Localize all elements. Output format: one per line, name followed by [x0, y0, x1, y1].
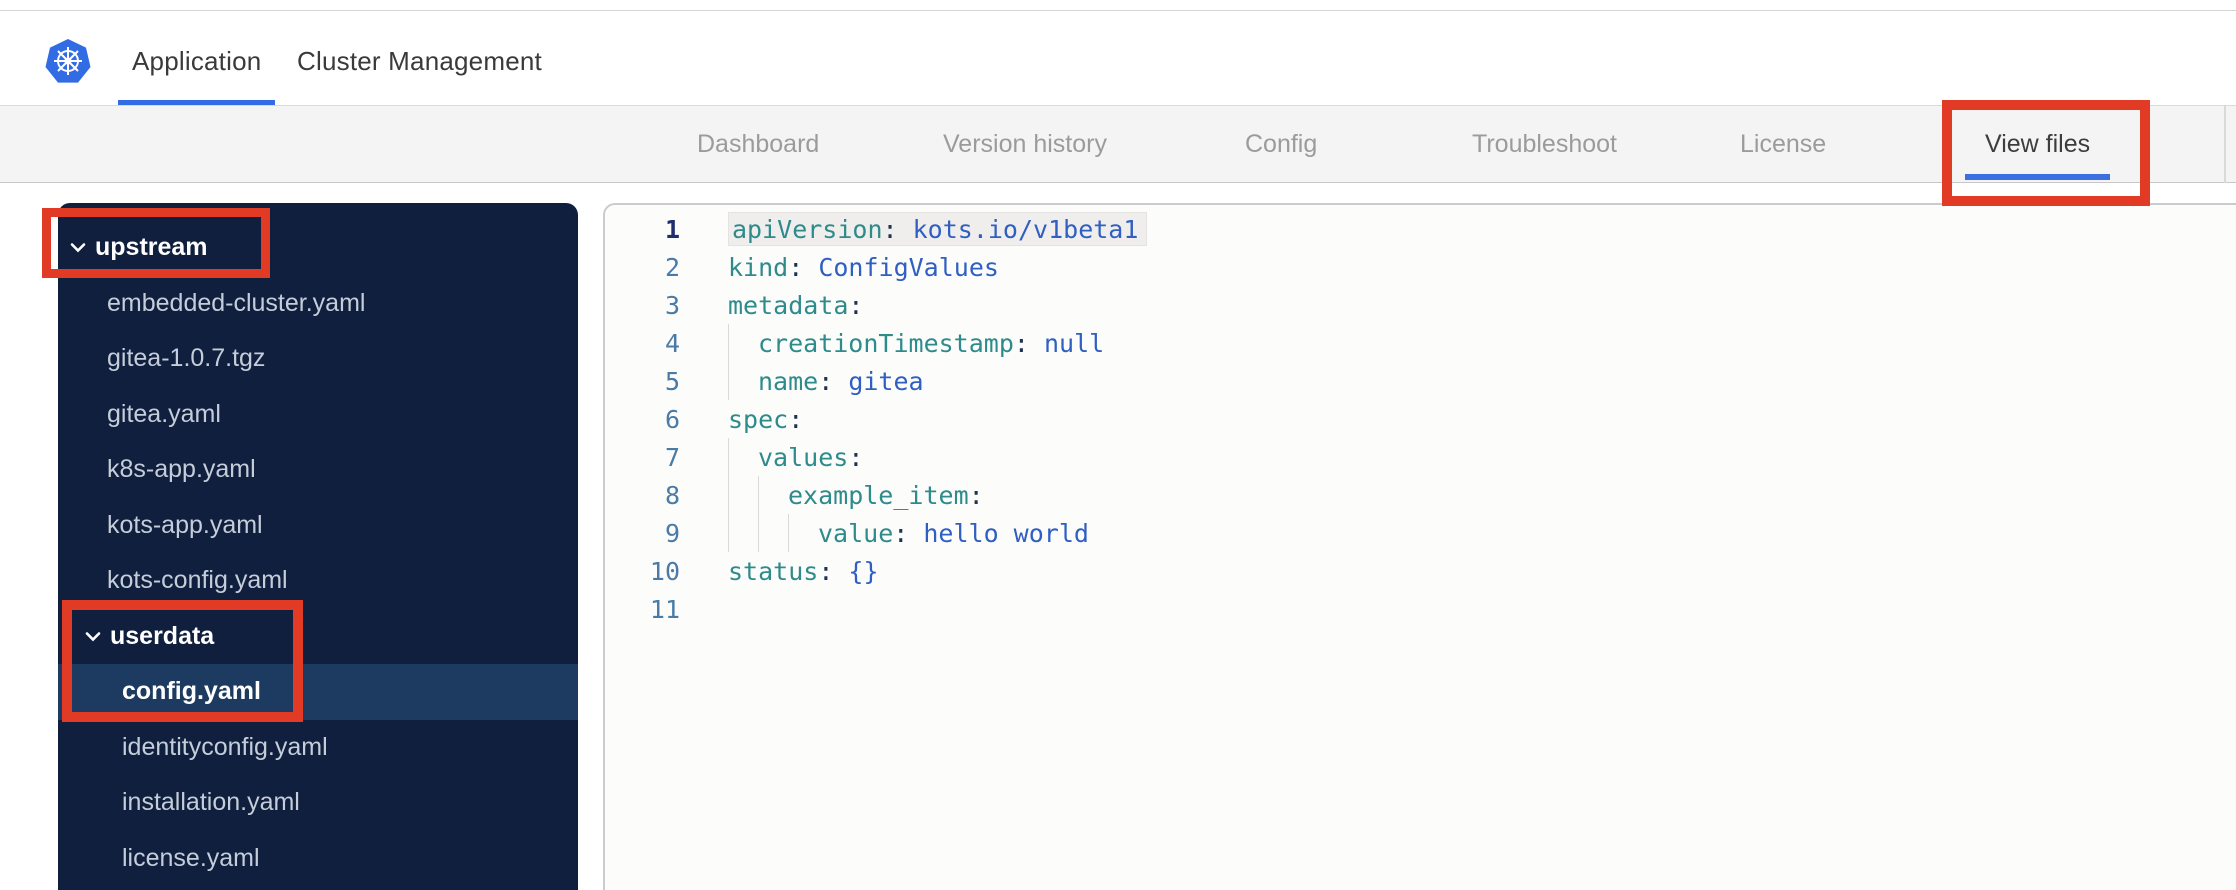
yaml-token-punc: : — [848, 290, 864, 320]
tree-item-label: config.yaml — [122, 677, 261, 706]
indent-guide — [728, 362, 758, 400]
indent-guide — [728, 514, 758, 552]
code-line: 6 spec: — [605, 400, 2236, 438]
code-line: 10 status: {} — [605, 552, 2236, 590]
tree-item-label: k8s-app.yaml — [107, 455, 256, 484]
yaml-token-key: status — [728, 556, 819, 586]
indent-guide — [728, 438, 758, 476]
code-line: 5 name: gitea — [605, 362, 2236, 400]
tree-file-config-yaml[interactable]: config.yaml — [58, 664, 578, 720]
tree-item-label: installation.yaml — [122, 788, 300, 817]
header-tabs: Application Cluster Management — [0, 11, 2236, 105]
code-line: 4 creationTimestamp: null — [605, 324, 2236, 362]
code-line: 11 — [605, 590, 2236, 628]
nav-item-dashboard[interactable]: Dashboard — [697, 106, 819, 182]
tree-file-embedded-cluster-yaml[interactable]: embedded-cluster.yaml — [58, 276, 578, 332]
line-number: 2 — [664, 252, 680, 282]
tree-file-gitea-yaml[interactable]: gitea.yaml — [58, 387, 578, 443]
code-line: 7 values: — [605, 438, 2236, 476]
line-number: 11 — [649, 594, 680, 624]
yaml-token-key: value — [818, 518, 894, 548]
code-line: 3 metadata: — [605, 286, 2236, 324]
code-line: 9 value: hello world — [605, 514, 2236, 552]
header-tab-cluster-management[interactable]: Cluster Management — [297, 11, 542, 105]
yaml-token-key: kind — [728, 252, 789, 282]
yaml-token-val: kots.io/v1beta1 — [912, 214, 1139, 244]
chevron-down-icon — [85, 631, 101, 642]
code-lines: 1 apiVersion: kots.io/v1beta1 2 kind: Confi… — [605, 210, 2236, 628]
nav-item-version-history[interactable]: Version history — [943, 106, 1107, 182]
yaml-token-punc: : — [968, 480, 984, 510]
file-tree-sidebar: upstream embedded-cluster.yaml gitea-1.0.7… — [58, 203, 578, 890]
tree-file-license-yaml[interactable]: license.yaml — [58, 831, 578, 887]
yaml-token-key: apiVersion — [732, 214, 883, 244]
nav-item-license[interactable]: License — [1740, 106, 1826, 182]
line-number: 10 — [649, 556, 680, 586]
nav-item-troubleshoot[interactable]: Troubleshoot — [1472, 106, 1617, 182]
yaml-token-val: null — [1043, 328, 1105, 358]
header-tab-application[interactable]: Application — [117, 11, 276, 105]
yaml-token-key: example_item — [788, 480, 969, 510]
yaml-token-punc: : — [1013, 328, 1044, 358]
tree-item-label: upstream — [95, 233, 208, 262]
yaml-token-val: gitea — [848, 366, 924, 396]
tree-item-label: license.yaml — [122, 843, 260, 872]
code-line: 1 apiVersion: kots.io/v1beta1 — [605, 210, 2236, 248]
tree-file-installation-yaml[interactable]: installation.yaml — [58, 775, 578, 831]
nav-item-view-files[interactable]: View files — [1964, 106, 2111, 182]
code-line: 2 kind: ConfigValues — [605, 248, 2236, 286]
tree-item-label: kots-app.yaml — [107, 510, 263, 539]
app-header: Application Cluster Management — [0, 11, 2236, 105]
code-line: 8 example_item: — [605, 476, 2236, 514]
line-number: 8 — [664, 480, 680, 510]
tree-file-k8s-app-yaml[interactable]: k8s-app.yaml — [58, 442, 578, 498]
yaml-token-punc: : — [893, 518, 924, 548]
yaml-token-key: name — [758, 366, 819, 396]
line-number: 1 — [664, 214, 680, 244]
yaml-token-punc: : — [848, 442, 864, 472]
indent-guide — [788, 514, 818, 552]
tree-item-label: kots-config.yaml — [107, 566, 288, 595]
tree-item-label: gitea.yaml — [107, 399, 221, 428]
nav-item-config[interactable]: Config — [1245, 106, 1317, 182]
tree-file-kots-app-yaml[interactable]: kots-app.yaml — [58, 498, 578, 554]
active-line-highlight: apiVersion: kots.io/v1beta1 — [728, 212, 1148, 246]
tree-file-gitea-1-0-7-tgz[interactable]: gitea-1.0.7.tgz — [58, 331, 578, 387]
line-number: 5 — [664, 366, 680, 396]
yaml-token-punc: : — [818, 556, 849, 586]
yaml-token-punc: : — [788, 404, 804, 434]
line-number: 9 — [664, 518, 680, 548]
tree-file-identityconfig-yaml[interactable]: identityconfig.yaml — [58, 720, 578, 776]
yaml-token-key: values — [758, 442, 849, 472]
indent-guide — [728, 324, 758, 362]
yaml-token-key: metadata — [728, 290, 849, 320]
yaml-token-val: hello world — [923, 518, 1089, 548]
tree-folder-userdata[interactable]: userdata — [58, 609, 578, 665]
tree-item-label: userdata — [110, 621, 215, 650]
chevron-down-icon — [70, 242, 86, 253]
yaml-token-punc: : — [882, 214, 913, 244]
yaml-token-key: spec — [728, 404, 789, 434]
tree-item-label: embedded-cluster.yaml — [107, 288, 366, 317]
yaml-token-punc: : — [788, 252, 819, 282]
indent-guide — [758, 476, 788, 514]
yaml-token-key: creationTimestamp — [758, 328, 1014, 358]
tree-item-label: gitea-1.0.7.tgz — [107, 344, 266, 373]
app-nav: Dashboard Version history Config Troublesho… — [0, 105, 2236, 183]
yaml-token-punc: : — [818, 366, 849, 396]
tree-folder-upstream[interactable]: upstream — [58, 220, 578, 276]
yaml-token-val: {} — [848, 556, 879, 586]
line-number: 4 — [664, 328, 680, 358]
tree-file-kots-config-yaml[interactable]: kots-config.yaml — [58, 553, 578, 609]
file-editor[interactable]: 1 apiVersion: kots.io/v1beta1 2 kind: Confi… — [603, 203, 2236, 890]
nav-right-divider — [2224, 105, 2226, 183]
indent-guide — [728, 476, 758, 514]
line-number: 6 — [664, 404, 680, 434]
tree-item-label: identityconfig.yaml — [122, 732, 328, 761]
indent-guide — [758, 514, 788, 552]
kots-admin-console: Application Cluster Management Dashboard V… — [0, 0, 2236, 890]
yaml-token-val: ConfigValues — [818, 252, 999, 282]
line-number: 3 — [664, 290, 680, 320]
line-number: 7 — [664, 442, 680, 472]
